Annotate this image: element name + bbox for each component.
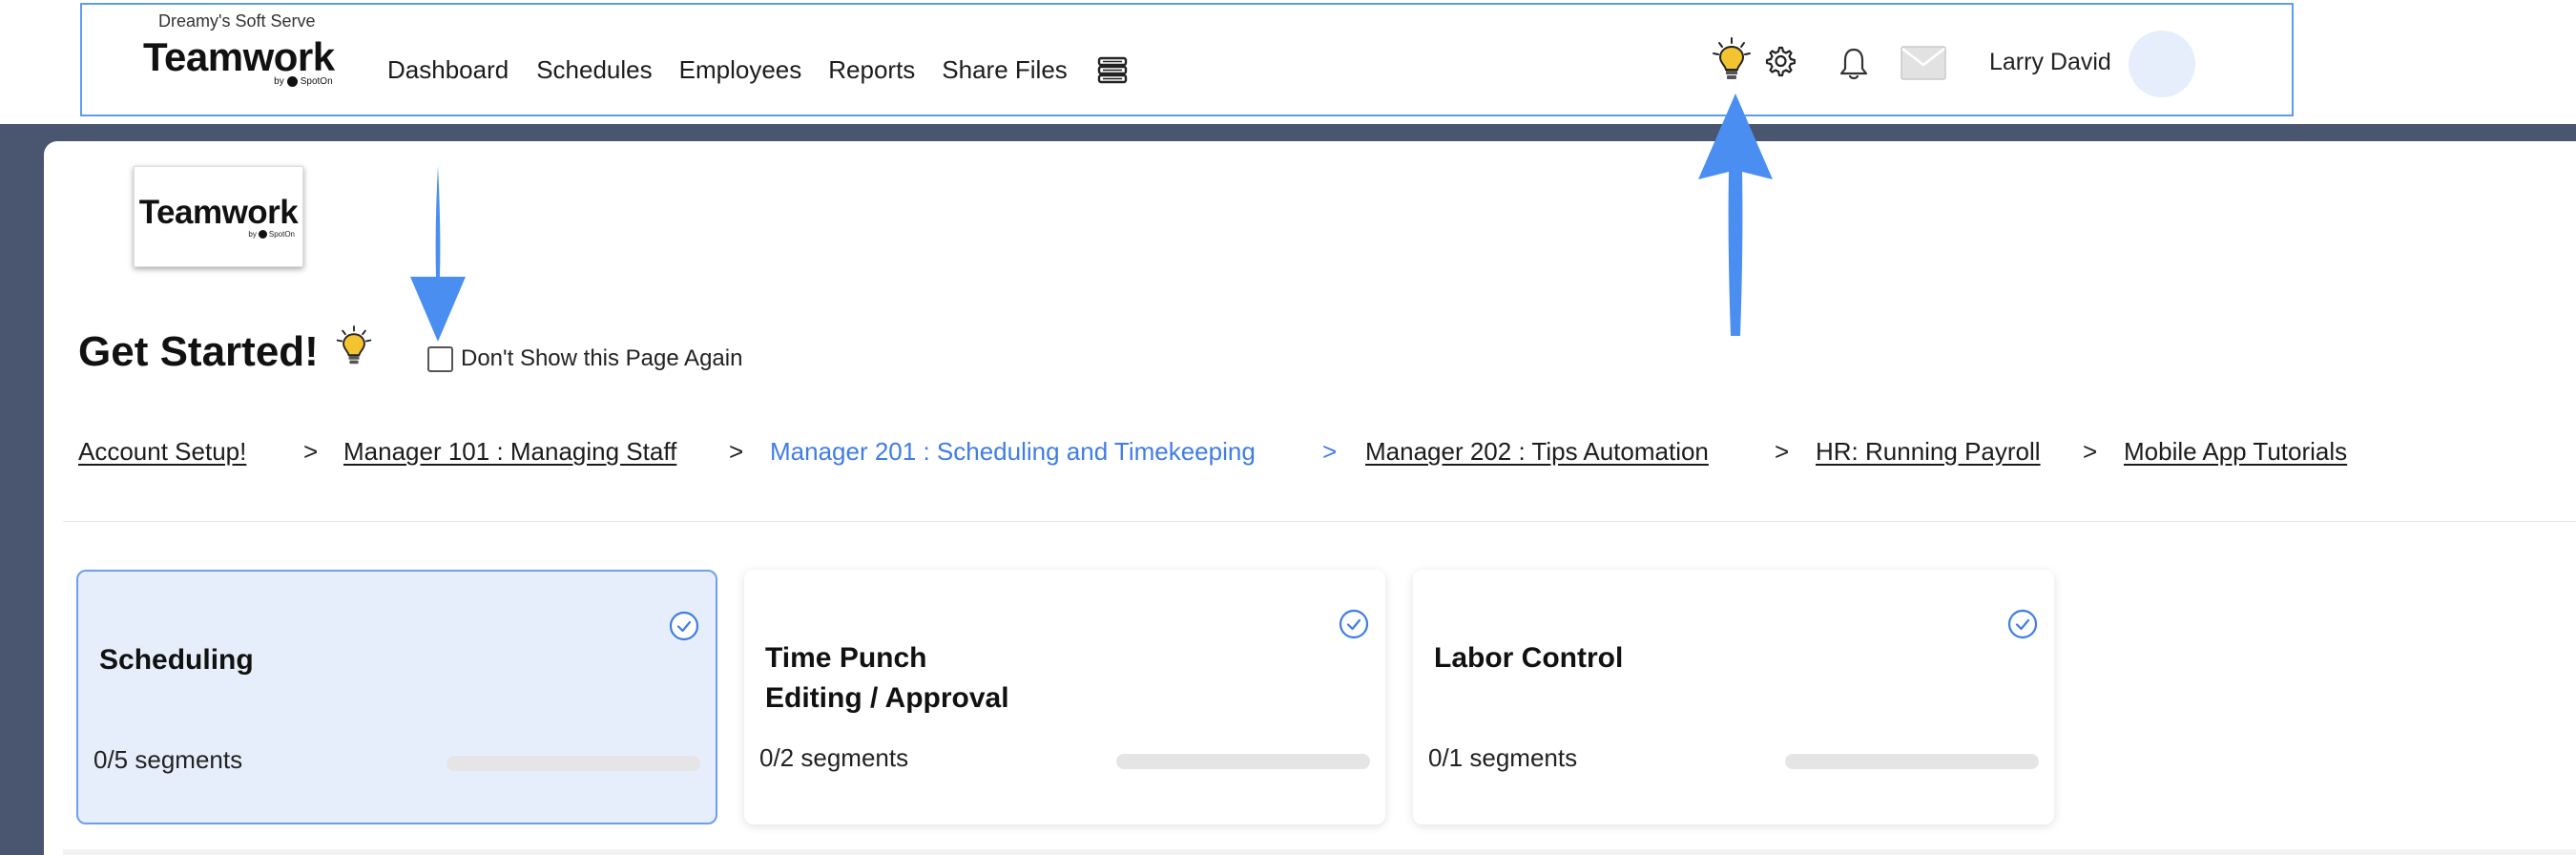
crumb-manager-202[interactable]: Manager 202 : Tips Automation: [1365, 437, 1709, 467]
nav-reports[interactable]: Reports: [828, 55, 915, 85]
lightbulb-icon: [336, 325, 372, 365]
crumb-manager-101[interactable]: Manager 101 : Managing Staff: [343, 437, 676, 467]
page-logo-wordmark: Teamwork: [138, 193, 299, 231]
progress-bar: [1116, 754, 1370, 769]
card-title-line1: Scheduling: [99, 644, 254, 676]
progress-bar: [1785, 754, 2039, 769]
page-logo: Teamwork by SpotOn: [134, 166, 303, 267]
card-title: Time Punch Editing / Approval: [765, 638, 1242, 719]
nav-dashboard[interactable]: Dashboard: [387, 55, 509, 85]
page-title: Get Started!: [78, 328, 319, 375]
checkbox-box[interactable]: [427, 345, 453, 372]
spoton-dot-icon: [258, 229, 267, 239]
progress-bar: [447, 756, 700, 771]
spoton-dot-icon: [286, 76, 298, 87]
gear-icon[interactable]: [1763, 45, 1796, 77]
lightbulb-icon[interactable]: [1710, 36, 1754, 84]
section-divider: [63, 521, 2576, 522]
card-title-line1: Labor Control: [1434, 642, 1624, 674]
course-card-labor-control[interactable]: Labor Control 0/1 segments: [1413, 570, 2054, 824]
nav-share-files[interactable]: Share Files: [942, 55, 1068, 85]
chevron-right-icon: >: [2083, 437, 2098, 466]
card-title-line2: Editing / Approval: [765, 682, 1009, 714]
course-card-scheduling[interactable]: Scheduling 0/5 segments: [76, 570, 717, 824]
stacked-books-icon[interactable]: [1096, 53, 1129, 86]
crumb-manager-201[interactable]: Manager 201 : Scheduling and Timekeeping: [770, 437, 1256, 467]
card-title-line1: Time Punch: [765, 642, 927, 674]
nav-employees[interactable]: Employees: [679, 55, 802, 85]
company-name: Dreamy's Soft Serve: [158, 11, 316, 31]
chevron-right-icon: >: [729, 437, 744, 466]
chevron-right-icon: >: [1322, 437, 1338, 466]
course-card-time-punch[interactable]: Time Punch Editing / Approval 0/2 segmen…: [744, 570, 1385, 824]
annotation-arrow-up: [1698, 94, 1773, 336]
page-logo-byline: by SpotOn: [248, 229, 295, 239]
chevron-right-icon: >: [303, 437, 319, 466]
card-title: Scheduling: [99, 640, 576, 680]
breadcrumb: Account Setup! > Manager 101 : Managing …: [78, 437, 2559, 469]
check-circle-icon: [669, 611, 699, 641]
page-logo-brand-text: SpotOn: [268, 229, 295, 239]
bottom-divider: [63, 849, 2576, 855]
card-segments: 0/1 segments: [1428, 743, 1578, 772]
main-nav: Dashboard Schedules Employees Reports Sh…: [387, 53, 1129, 86]
mail-icon[interactable]: [1901, 46, 1946, 80]
card-segments: 0/5 segments: [93, 745, 243, 774]
card-title: Labor Control: [1434, 638, 1911, 678]
top-navigation-bar: Dreamy's Soft Serve Teamwork by SpotOn D…: [0, 0, 2576, 124]
teamwork-logo[interactable]: Teamwork by SpotOn: [143, 34, 335, 87]
dont-show-again-checkbox[interactable]: Don't Show this Page Again: [427, 345, 742, 372]
logo-brand-text: SpotOn: [300, 76, 333, 87]
check-circle-icon: [2007, 609, 2038, 639]
chevron-right-icon: >: [1775, 437, 1790, 466]
crumb-mobile-tutorials[interactable]: Mobile App Tutorials: [2124, 437, 2347, 467]
crumb-account-setup[interactable]: Account Setup!: [78, 437, 246, 467]
check-circle-icon: [1339, 609, 1369, 639]
bell-icon[interactable]: [1838, 46, 1870, 82]
logo-wordmark: Teamwork: [143, 34, 335, 79]
nav-schedules[interactable]: Schedules: [536, 55, 652, 85]
user-name[interactable]: Larry David: [1989, 49, 2111, 76]
page-logo-by-text: by: [248, 229, 257, 239]
logo-by-text: by: [274, 76, 284, 87]
crumb-hr-payroll[interactable]: HR: Running Payroll: [1816, 437, 2041, 467]
annotation-arrow-down: [410, 166, 466, 342]
dont-show-again-label: Don't Show this Page Again: [461, 345, 743, 371]
avatar[interactable]: [2129, 31, 2195, 97]
logo-byline: by SpotOn: [274, 76, 333, 87]
card-segments: 0/2 segments: [759, 743, 909, 772]
